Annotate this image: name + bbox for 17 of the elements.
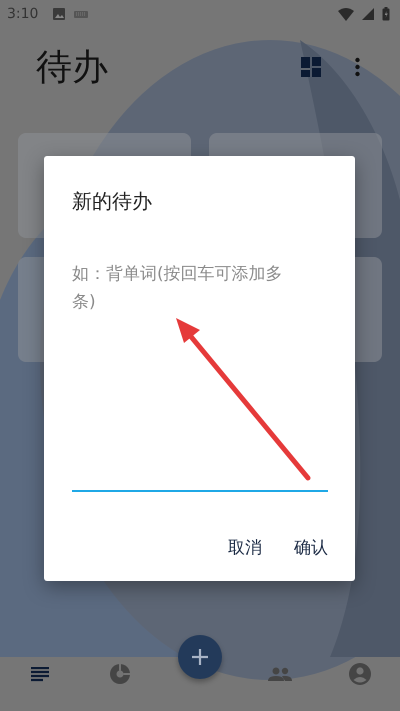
confirm-button[interactable]: 确认 [286, 530, 336, 565]
plus-icon [190, 647, 210, 667]
status-time: 3:10 [7, 6, 38, 22]
signal-icon [362, 8, 374, 20]
pie-chart-icon [110, 664, 130, 684]
keyboard-icon [74, 10, 88, 18]
battery-icon [382, 7, 390, 21]
app-title: 待办 [36, 46, 109, 90]
account-icon [349, 663, 371, 685]
more-icon [355, 57, 360, 77]
dialog-title: 新的待办 [72, 188, 153, 215]
wifi-icon [338, 8, 354, 20]
dashboard-icon [301, 57, 321, 77]
list-icon [31, 666, 49, 682]
cancel-button[interactable]: 取消 [220, 530, 270, 565]
people-icon [268, 667, 292, 681]
image-icon [52, 7, 66, 21]
